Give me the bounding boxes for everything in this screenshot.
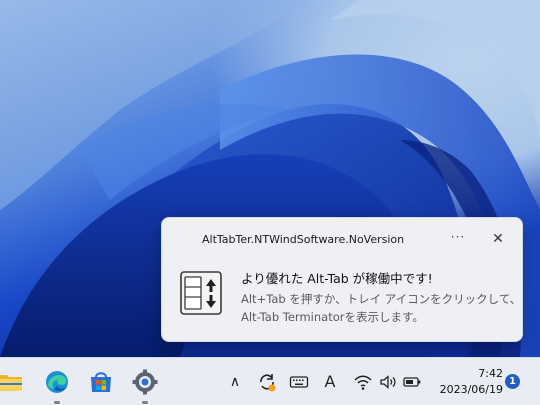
microsoft-store-icon[interactable] (87, 368, 115, 396)
clock-time[interactable]: 7:42 (445, 367, 503, 380)
toast-title: より優れた Alt-Tab が稼働中です! (241, 271, 433, 286)
toast-body-line: Alt+Tab を押すか、トレイ アイコンをクリックして、 (241, 292, 522, 306)
battery-icon[interactable] (402, 371, 422, 393)
file-explorer-icon[interactable] (0, 368, 24, 396)
toast-body-line: Alt-Tab Terminatorを表示します。 (241, 310, 424, 324)
running-indicator (142, 401, 148, 404)
close-icon[interactable]: ✕ (488, 230, 508, 248)
chevron-up-icon[interactable]: ∧ (226, 371, 244, 393)
toast-notification[interactable]: AltTabTer.NTWindSoftware.NoVersion ··· ✕… (161, 217, 523, 342)
running-indicator (54, 401, 60, 404)
ime-mode-icon[interactable]: A (320, 371, 340, 393)
settings-gear-icon[interactable] (131, 368, 159, 396)
toast-app-name: AltTabTer.NTWindSoftware.NoVersion (202, 233, 405, 246)
edge-browser-icon[interactable] (43, 368, 71, 396)
alt-tab-terminator-app-icon (180, 271, 222, 315)
taskbar: ∧ A 7:42 2023/06/19 1 (0, 357, 540, 405)
volume-icon[interactable] (378, 371, 398, 393)
toast-body: Alt+Tab を押すか、トレイ アイコンをクリックして、 Alt-Tab Te… (241, 290, 521, 326)
notification-count-badge[interactable]: 1 (505, 374, 520, 389)
keyboard-icon[interactable] (288, 371, 310, 393)
more-horizontal-icon[interactable]: ··· (448, 230, 468, 246)
wifi-icon[interactable] (353, 371, 373, 393)
clock-date[interactable]: 2023/06/19 (430, 383, 503, 396)
refresh-icon[interactable] (256, 371, 278, 393)
